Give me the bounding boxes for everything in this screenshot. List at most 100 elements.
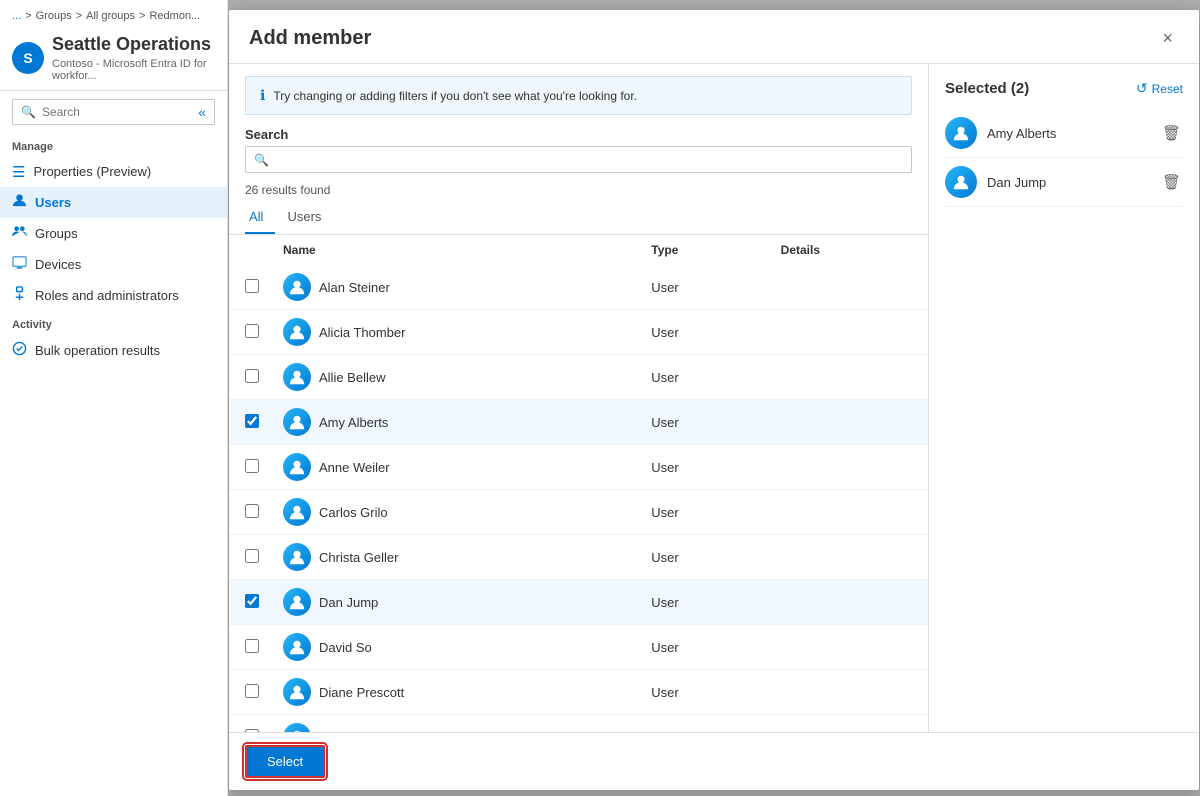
breadcrumb-allgroups[interactable]: All groups	[86, 10, 135, 22]
table-row[interactable]: David So User	[229, 625, 928, 670]
info-text: Try changing or adding filters if you do…	[273, 89, 637, 103]
reset-icon: ↺	[1136, 80, 1148, 97]
user-name: Alan Steiner	[319, 280, 390, 295]
user-checkbox[interactable]	[245, 504, 259, 518]
user-name: Carlos Grilo	[319, 505, 388, 520]
user-type-cell: User	[639, 715, 768, 733]
sidebar-item-properties[interactable]: ☰ Properties (Preview)	[0, 157, 227, 187]
search-section: Search 🔍	[229, 123, 928, 181]
table-row[interactable]: Allie Bellew User	[229, 355, 928, 400]
search-icon: 🔍	[21, 105, 36, 119]
reset-button[interactable]: ↺ Reset	[1136, 80, 1183, 97]
close-button[interactable]: ×	[1156, 26, 1179, 51]
breadcrumb-ellipsis[interactable]: ...	[12, 10, 21, 22]
user-name: Anne Weiler	[319, 460, 390, 475]
user-type-cell: User	[639, 310, 768, 355]
table-row[interactable]: Dan Jump User	[229, 580, 928, 625]
table-row[interactable]: Alan Steiner User	[229, 265, 928, 310]
table-row[interactable]: Christa Geller User	[229, 535, 928, 580]
sidebar-item-users[interactable]: Users	[0, 187, 227, 218]
checkbox-cell[interactable]	[229, 400, 271, 445]
user-checkbox[interactable]	[245, 279, 259, 293]
search-field[interactable]: 🔍	[245, 146, 912, 173]
main-area: Add member × ℹ Try changing or adding fi…	[228, 0, 1200, 796]
user-avatar	[283, 543, 311, 571]
breadcrumb-groups[interactable]: Groups	[36, 10, 72, 22]
user-details-cell	[769, 490, 928, 535]
search-input[interactable]	[42, 105, 190, 119]
table-row[interactable]: Diane Prescott User	[229, 670, 928, 715]
checkbox-cell[interactable]	[229, 715, 271, 733]
breadcrumb-sep2: >	[76, 10, 82, 22]
sidebar-item-bulk[interactable]: Bulk operation results	[0, 335, 227, 366]
user-name: Eric Gruber	[319, 730, 385, 733]
search-field-icon: 🔍	[254, 153, 269, 167]
checkbox-cell[interactable]	[229, 535, 271, 580]
selected-item-name: Amy Alberts	[987, 126, 1150, 141]
user-checkbox[interactable]	[245, 369, 259, 383]
delete-selected-button[interactable]: 🗑	[1160, 171, 1183, 193]
info-banner: ℹ Try changing or adding filters if you …	[245, 76, 912, 115]
activity-section: Activity Bulk operation results	[0, 311, 227, 366]
checkbox-cell[interactable]	[229, 670, 271, 715]
user-checkbox[interactable]	[245, 594, 259, 608]
user-name-cell: Alan Steiner	[271, 265, 639, 310]
user-name-cell: Christa Geller	[271, 535, 639, 580]
search-field-input[interactable]	[275, 152, 903, 167]
type-col-header: Type	[639, 235, 768, 265]
user-type-cell: User	[639, 670, 768, 715]
sidebar-item-devices[interactable]: Devices	[0, 249, 227, 280]
delete-selected-button[interactable]: 🗑	[1160, 122, 1183, 144]
user-avatar	[283, 678, 311, 706]
devices-icon	[12, 255, 27, 274]
tab-users[interactable]: Users	[283, 203, 333, 234]
user-avatar	[283, 318, 311, 346]
checkbox-cell[interactable]	[229, 490, 271, 535]
sidebar-search-box[interactable]: 🔍 «	[12, 99, 215, 125]
tab-all[interactable]: All	[245, 203, 275, 234]
properties-icon: ☰	[12, 163, 25, 181]
table-row[interactable]: Amy Alberts User	[229, 400, 928, 445]
user-checkbox[interactable]	[245, 729, 259, 733]
user-details-cell	[769, 535, 928, 580]
checkbox-cell[interactable]	[229, 355, 271, 400]
user-checkbox[interactable]	[245, 324, 259, 338]
checkbox-cell[interactable]	[229, 310, 271, 355]
checkbox-cell[interactable]	[229, 580, 271, 625]
org-subtitle: Contoso - Microsoft Entra ID for workfor…	[52, 58, 215, 82]
user-checkbox[interactable]	[245, 459, 259, 473]
checkbox-cell[interactable]	[229, 445, 271, 490]
user-avatar	[283, 453, 311, 481]
user-checkbox[interactable]	[245, 549, 259, 563]
left-panel: ℹ Try changing or adding filters if you …	[229, 64, 929, 732]
sidebar-item-label: Roles and administrators	[35, 288, 179, 303]
user-checkbox[interactable]	[245, 639, 259, 653]
sidebar-item-roles[interactable]: Roles and administrators	[0, 280, 227, 311]
user-type-cell: User	[639, 445, 768, 490]
checkbox-cell[interactable]	[229, 625, 271, 670]
user-type-cell: User	[639, 625, 768, 670]
roles-icon	[12, 286, 27, 305]
groups-icon	[12, 224, 27, 243]
sidebar-item-groups[interactable]: Groups	[0, 218, 227, 249]
table-row[interactable]: Anne Weiler User	[229, 445, 928, 490]
select-button[interactable]: Select	[245, 745, 325, 778]
user-checkbox[interactable]	[245, 414, 259, 428]
user-avatar	[283, 408, 311, 436]
user-avatar	[283, 723, 311, 732]
sidebar-item-label: Bulk operation results	[35, 343, 160, 358]
table-row[interactable]: Eric Gruber User	[229, 715, 928, 733]
user-checkbox[interactable]	[245, 684, 259, 698]
right-panel: Selected (2) ↺ Reset Amy Alberts 🗑	[929, 64, 1199, 732]
table-row[interactable]: Alicia Thomber User	[229, 310, 928, 355]
breadcrumb-sep1: >	[25, 10, 31, 22]
table-header-row: Name Type Details	[229, 235, 928, 265]
table-row[interactable]: Carlos Grilo User	[229, 490, 928, 535]
user-name-cell: David So	[271, 625, 639, 670]
user-type-cell: User	[639, 355, 768, 400]
checkbox-cell[interactable]	[229, 265, 271, 310]
user-name-cell: Diane Prescott	[271, 670, 639, 715]
user-name: David So	[319, 640, 372, 655]
collapse-icon[interactable]: «	[198, 104, 206, 120]
sidebar-header: ... > Groups > All groups > Redmon... S …	[0, 0, 227, 91]
